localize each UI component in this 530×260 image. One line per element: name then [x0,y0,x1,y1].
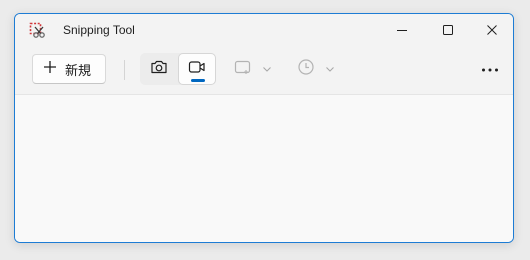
capture-canvas [15,95,513,242]
see-more-button[interactable] [475,54,505,84]
record-mode-button[interactable] [178,53,216,85]
maximize-icon [442,24,454,36]
close-icon [486,24,498,36]
clock-icon [297,58,315,81]
screenshot-mode-button[interactable] [140,53,178,85]
close-button[interactable] [469,14,513,46]
camera-icon [150,59,168,80]
new-snip-button[interactable]: 新規 [32,54,106,84]
more-icon [481,60,499,78]
title-bar[interactable]: Snipping Tool [15,14,513,48]
chevron-down-icon [325,60,335,78]
chevron-down-icon [262,60,272,78]
snip-shape-dropdown[interactable] [234,54,272,84]
rectangle-snip-icon [234,59,252,80]
minimize-button[interactable] [379,14,425,46]
delay-dropdown[interactable] [297,54,335,84]
active-mode-indicator [191,79,205,82]
new-button-label: 新規 [65,62,92,78]
video-camera-icon [188,59,206,80]
plus-icon [43,60,57,79]
toolbar: 新規 [15,48,513,95]
maximize-button[interactable] [425,14,471,46]
scissors-icon [29,22,47,40]
capture-mode-toggle [140,53,216,85]
toolbar-divider [124,60,125,80]
minimize-icon [396,24,408,36]
snipping-tool-window: Snipping Tool 新規 [14,13,514,243]
window-title: Snipping Tool [63,23,135,37]
